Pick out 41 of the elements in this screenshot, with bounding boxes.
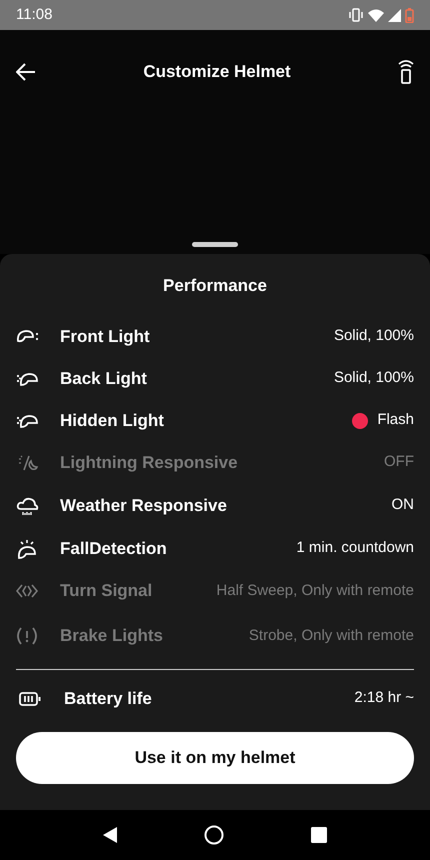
remote-signal-icon xyxy=(398,60,414,84)
setting-label: Hidden Light xyxy=(60,410,164,432)
battery-icon xyxy=(405,8,414,22)
helmet-alert-icon xyxy=(16,538,39,558)
setting-label: Lightning Responsive xyxy=(60,452,238,474)
setting-value: Flash xyxy=(377,410,414,430)
battery-label: Battery life xyxy=(64,688,152,710)
back-arrow-icon xyxy=(16,63,36,81)
wifi-icon xyxy=(368,8,384,22)
setting-value: Strobe, Only with remote xyxy=(248,626,414,646)
setting-value: 1 min. countdown xyxy=(296,538,414,558)
setting-label: Front Light xyxy=(60,326,150,348)
setting-value: Half Sweep, Only with remote xyxy=(216,580,414,601)
nav-recents-icon[interactable] xyxy=(310,827,327,843)
setting-row[interactable]: Weather Responsive ON xyxy=(16,484,414,528)
section-title: Performance xyxy=(162,275,268,297)
drag-handle[interactable] xyxy=(192,242,238,247)
battery-value: 2:18 hr ~ xyxy=(354,688,414,708)
setting-row[interactable]: Back Light Solid, 100% xyxy=(16,358,414,400)
setting-row[interactable]: Hidden Light Flash xyxy=(16,400,414,442)
setting-value: Solid, 100% xyxy=(334,368,414,388)
setting-label: FallDetection xyxy=(60,538,167,560)
setting-label: Brake Lights xyxy=(60,625,163,648)
rain-cloud-icon xyxy=(16,496,39,516)
setting-label: Back Light xyxy=(60,368,147,390)
use-on-helmet-button[interactable]: Use it on my helmet xyxy=(16,732,414,784)
setting-label: Turn Signal xyxy=(60,580,152,602)
setting-value: ON xyxy=(392,495,414,516)
vibrate-icon xyxy=(348,8,364,22)
setting-value: OFF xyxy=(384,452,414,472)
nav-home-icon[interactable] xyxy=(204,825,224,845)
nav-back-icon[interactable] xyxy=(103,827,118,843)
setting-row[interactable]: Front Light Solid, 100% xyxy=(16,316,414,358)
setting-value: Solid, 100% xyxy=(334,326,414,346)
brake-warning-icon xyxy=(16,626,39,646)
lightning-moon-icon xyxy=(16,452,39,472)
page-title: Customize Helmet xyxy=(143,61,291,84)
signal-icon xyxy=(388,8,401,22)
setting-label: Weather Responsive xyxy=(60,494,227,517)
setting-row[interactable]: FallDetection 1 min. countdown xyxy=(16,528,414,570)
status-time: 11:08 xyxy=(16,4,52,25)
